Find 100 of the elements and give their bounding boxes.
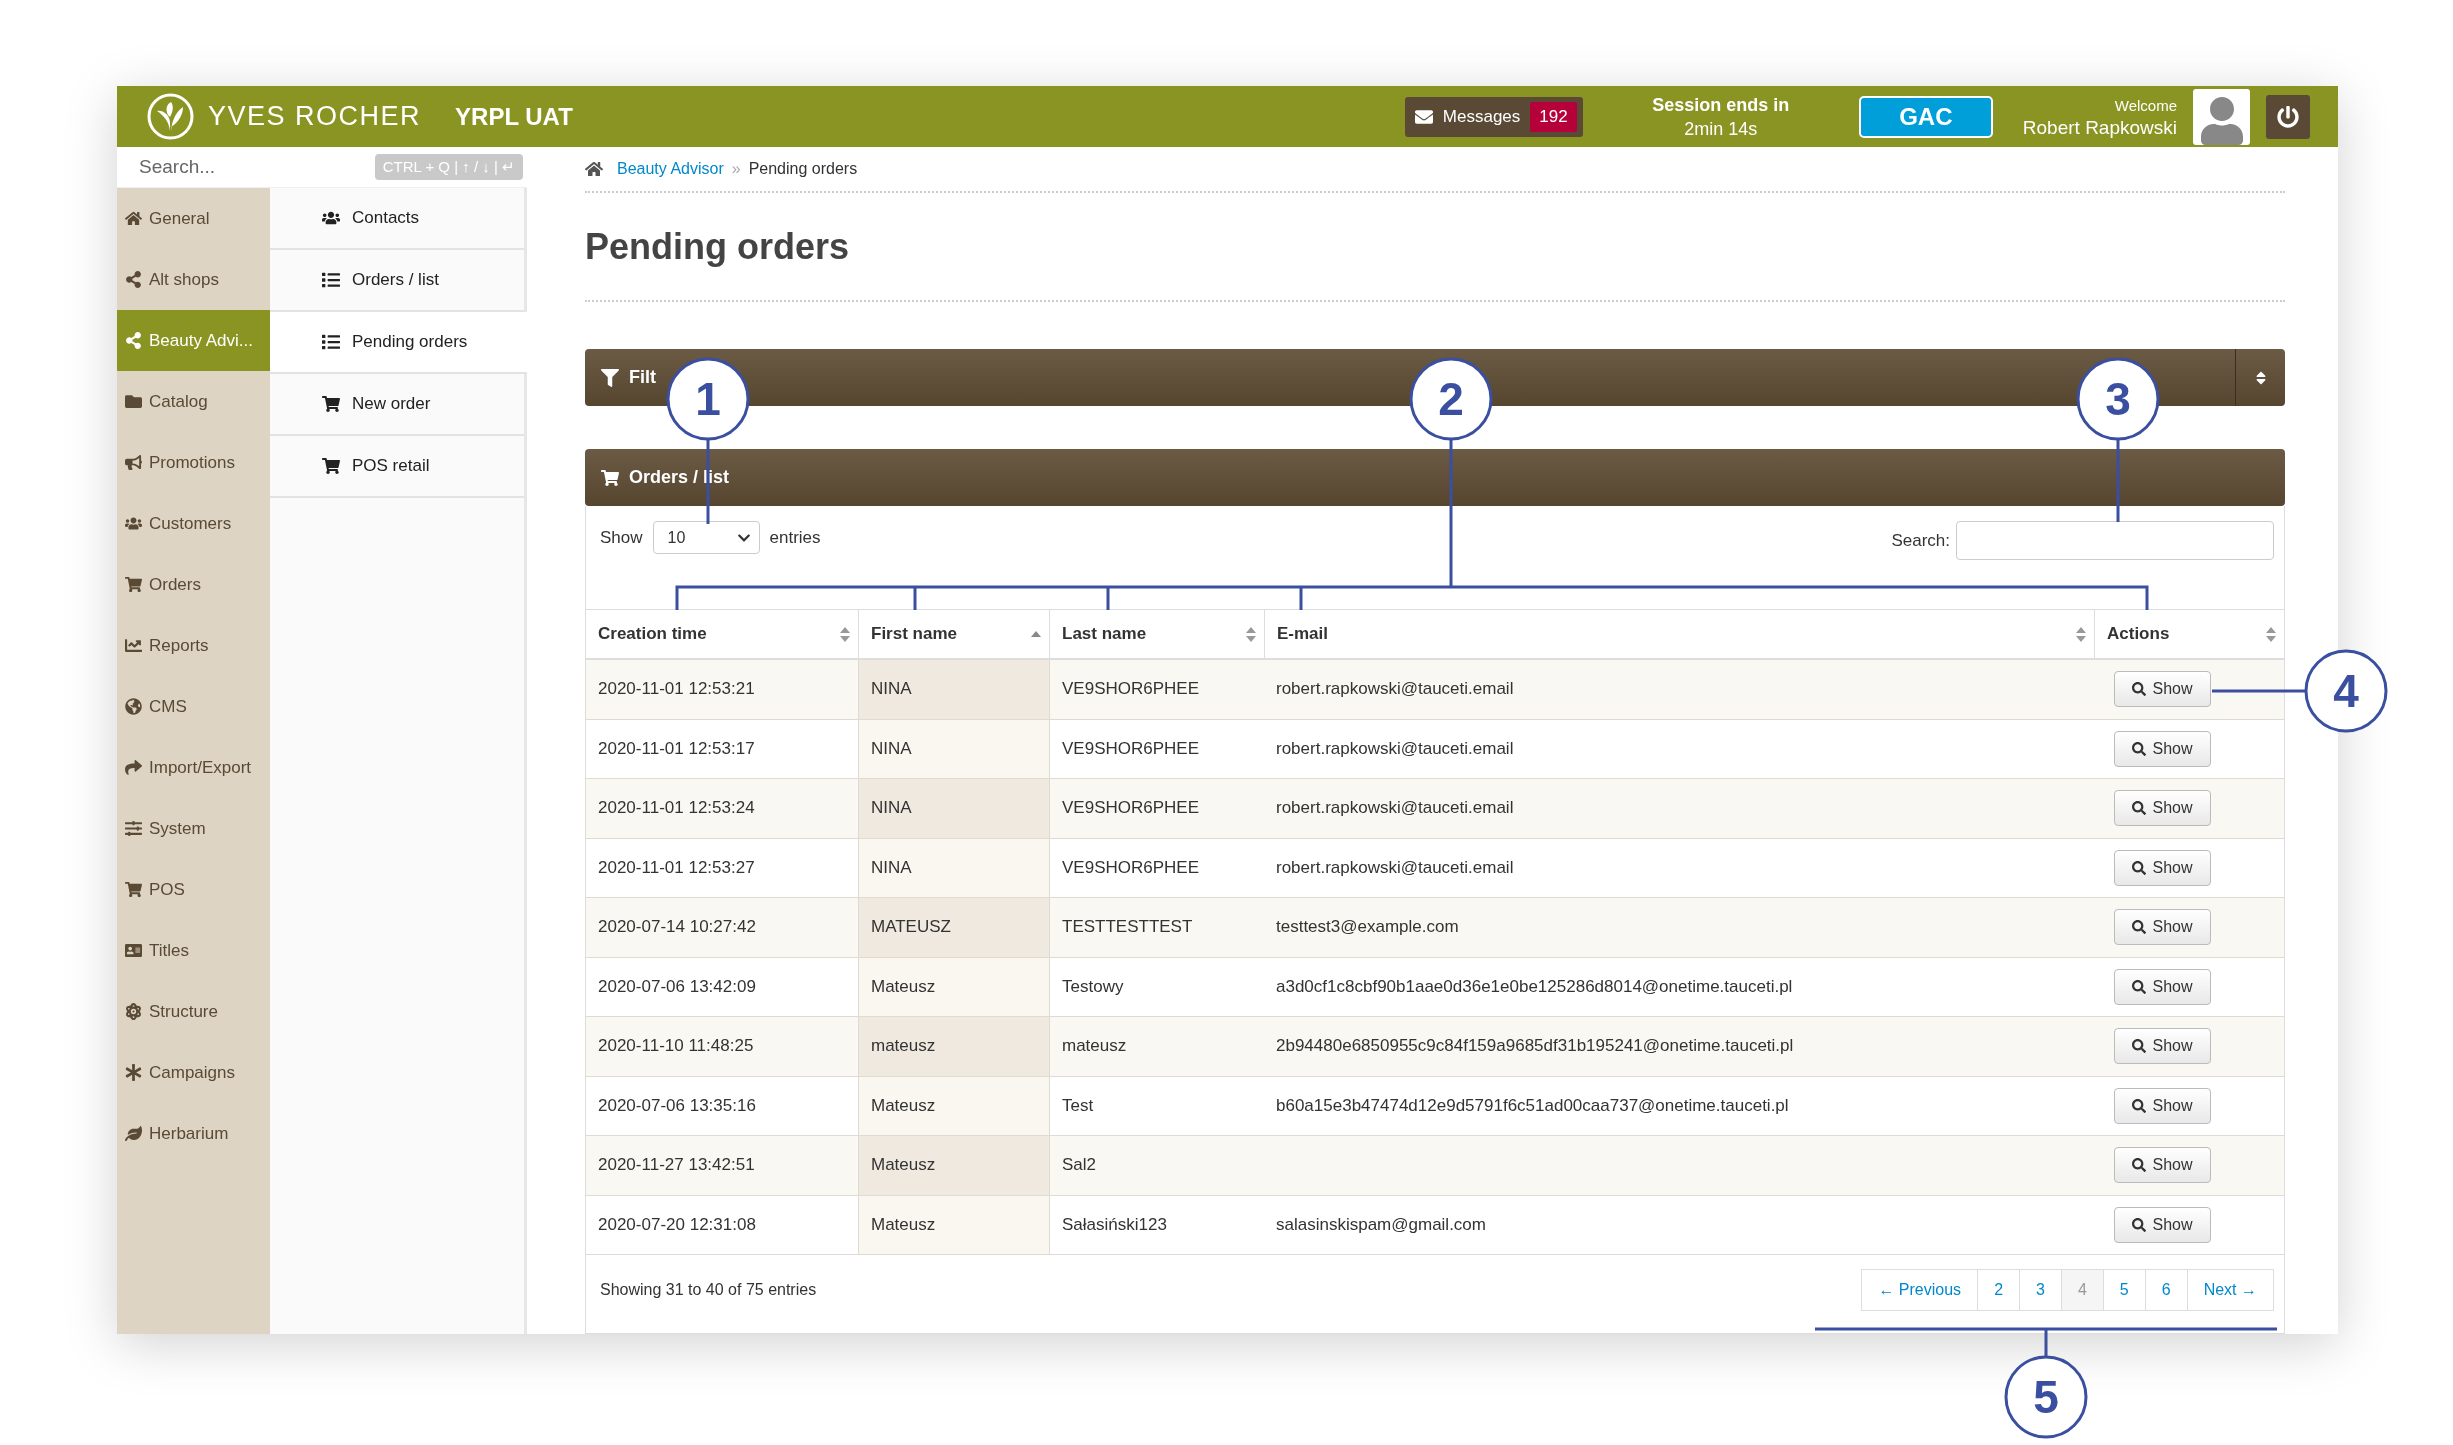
- menu-item[interactable]: Alt shops: [117, 249, 270, 310]
- page-size-select[interactable]: 10: [652, 521, 760, 554]
- chart-icon: [125, 637, 142, 654]
- cart-icon: [601, 468, 619, 487]
- table-cell: Mateusz: [858, 1195, 1049, 1255]
- envelope-icon: [1414, 107, 1433, 126]
- entries-label: entries: [769, 527, 821, 549]
- menu-item[interactable]: System: [117, 798, 270, 859]
- show-button[interactable]: Show: [2114, 671, 2211, 708]
- table-cell: mateusz: [1049, 1017, 1264, 1077]
- users-icon: [125, 515, 142, 532]
- environment-label: YRPL UAT: [455, 102, 573, 131]
- menu-item[interactable]: Promotions: [117, 432, 270, 493]
- page-link[interactable]: 2: [1977, 1269, 2021, 1311]
- megaphone-icon: [125, 454, 142, 471]
- menu-item[interactable]: Titles: [117, 920, 270, 981]
- callout-marker: 2: [1409, 357, 1493, 441]
- table-cell: Mateusz: [858, 1076, 1049, 1136]
- show-button[interactable]: Show: [2114, 1206, 2211, 1243]
- search-icon: [2132, 1039, 2147, 1054]
- cart-icon: [125, 576, 142, 593]
- menu-item[interactable]: General: [117, 188, 270, 249]
- session-time: 2min 14s: [1684, 117, 1758, 141]
- messages-button[interactable]: Messages 192: [1404, 96, 1583, 137]
- menu-item[interactable]: Import/Export: [117, 737, 270, 798]
- table-cell: Testowy: [1049, 957, 1264, 1017]
- globe-icon: [125, 698, 142, 715]
- power-button[interactable]: [2266, 94, 2310, 139]
- search-label: Search:: [1891, 530, 1950, 552]
- menu-item[interactable]: CMS: [117, 676, 270, 737]
- show-button[interactable]: Show: [2114, 968, 2211, 1005]
- table-cell: NINA: [858, 660, 1049, 720]
- table-cell: 2020-11-01 12:53:24: [586, 779, 858, 839]
- power-icon: [2277, 105, 2299, 128]
- show-button[interactable]: Show: [2114, 1028, 2211, 1065]
- brand-name: YVES ROCHER: [208, 101, 422, 132]
- show-button[interactable]: Show: [2114, 730, 2211, 767]
- show-button[interactable]: Show: [2114, 1147, 2211, 1184]
- card-icon: [125, 942, 142, 959]
- show-button[interactable]: Show: [2114, 790, 2211, 827]
- show-button[interactable]: Show: [2114, 909, 2211, 946]
- show-button[interactable]: Show: [2114, 849, 2211, 886]
- menu-item[interactable]: Structure: [117, 981, 270, 1042]
- table-cell: VE9SHOR6PHEE: [1049, 838, 1264, 898]
- table-cell: Mateusz: [858, 957, 1049, 1017]
- session-title: Session ends in: [1652, 93, 1790, 117]
- breadcrumb-separator: »: [731, 160, 741, 178]
- menu-item[interactable]: POS: [117, 859, 270, 920]
- list-icon: [322, 333, 340, 351]
- menu-item[interactable]: Customers: [117, 493, 270, 554]
- entries-info: Showing 31 to 40 of 75 entries: [600, 1280, 817, 1300]
- cart-icon: [322, 457, 340, 475]
- menu-item[interactable]: Beauty Advi...: [117, 310, 270, 371]
- avatar-icon: [2193, 88, 2250, 145]
- search-icon: [2132, 860, 2147, 875]
- page-link[interactable]: ← Previous: [1861, 1269, 1979, 1311]
- table-cell: 2b94480e6850955c9c84f159a9685df31b195241@onetime.tauceti.pl: [1264, 1017, 2094, 1077]
- atom-icon: [125, 1003, 142, 1020]
- callout-marker: 1: [666, 357, 750, 441]
- menu-item[interactable]: Catalog: [117, 371, 270, 432]
- table-cell: NINA: [858, 838, 1049, 898]
- home-icon[interactable]: [585, 160, 603, 178]
- page-link[interactable]: 6: [2144, 1269, 2188, 1311]
- page-link[interactable]: 5: [2102, 1269, 2146, 1311]
- table-cell: NINA: [858, 779, 1049, 839]
- search-icon: [2132, 1158, 2147, 1173]
- sliders-icon: [125, 820, 142, 837]
- list-icon: [322, 271, 340, 289]
- callout-marker: 3: [2076, 357, 2160, 441]
- table-cell: 2020-11-27 13:42:51: [586, 1136, 858, 1196]
- table-cell: 2020-11-01 12:53:21: [586, 660, 858, 720]
- table-cell: Test: [1049, 1076, 1264, 1136]
- page-title: Pending orders: [585, 193, 2285, 302]
- menu-item[interactable]: Reports: [117, 615, 270, 676]
- menu-item[interactable]: Campaigns: [117, 1042, 270, 1103]
- table-cell: testtest3@example.com: [1264, 898, 2094, 958]
- submenu-item[interactable]: Pending orders: [270, 312, 527, 374]
- leaf-icon: [125, 1125, 142, 1142]
- table-cell: VE9SHOR6PHEE: [1049, 779, 1264, 839]
- breadcrumb-current: Pending orders: [748, 160, 858, 178]
- page-link[interactable]: Next →: [2186, 1269, 2274, 1311]
- table-cell: NINA: [858, 719, 1049, 779]
- panel-title: Orders / list: [629, 467, 730, 488]
- menu-item[interactable]: Orders: [117, 554, 270, 615]
- table-cell: Mateusz: [858, 1136, 1049, 1196]
- callout-marker: 5: [2004, 1355, 2088, 1439]
- filter-icon: [601, 368, 619, 387]
- table-cell: VE9SHOR6PHEE: [1049, 660, 1264, 720]
- search-icon: [2132, 979, 2147, 994]
- page-link[interactable]: 3: [2019, 1269, 2062, 1311]
- arrow-icon: [125, 759, 142, 776]
- show-label: Show: [600, 527, 643, 549]
- messages-count: 192: [1530, 101, 1577, 132]
- table-cell: 2020-07-14 10:27:42: [586, 898, 858, 958]
- show-button[interactable]: Show: [2114, 1087, 2211, 1124]
- table-cell: MATEUSZ: [858, 898, 1049, 958]
- breadcrumb-link[interactable]: Beauty Advisor: [617, 160, 724, 178]
- search-field[interactable]: [1956, 521, 2274, 560]
- logo-icon: [147, 93, 194, 140]
- menu-item[interactable]: Herbarium: [117, 1103, 270, 1164]
